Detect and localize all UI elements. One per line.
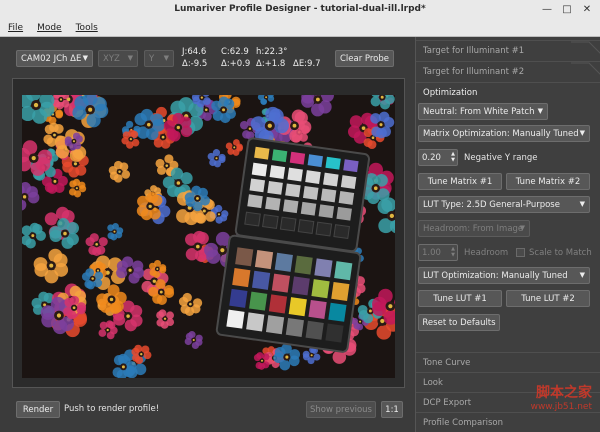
probe-h: h:22.3° — [256, 47, 288, 57]
tab-label: Look — [423, 378, 443, 388]
tab-label: Tone Curve — [423, 358, 471, 368]
title-bar: Lumariver Profile Designer - tutorial-du… — [0, 0, 600, 20]
matrix-optimization-select[interactable]: Matrix Optimization: Manually Tuned ▼ — [418, 125, 590, 142]
probe-dj: Δ:-9.5 — [182, 59, 208, 69]
dropdown-arrow-icon: ▼ — [127, 54, 133, 62]
tab-label: Target for Illuminant #2 — [423, 67, 525, 77]
tab-target-illuminant-1[interactable]: Target for Illuminant #1 — [416, 40, 600, 60]
dropdown-arrow-icon: ▼ — [579, 200, 585, 208]
tab-optimization[interactable]: Optimization — [416, 82, 600, 102]
axis-select-value: XYZ — [103, 53, 120, 64]
negative-y-label: Negative Y range — [464, 153, 538, 163]
neutral-select[interactable]: Neutral: From White Patch ▼ — [418, 103, 548, 120]
watermark-url: www.jb51.net — [530, 402, 592, 412]
dropdown-arrow-icon: ▼ — [519, 224, 525, 232]
dropdown-arrow-icon: ▼ — [537, 107, 543, 115]
show-previous-button[interactable]: Show previous — [306, 401, 376, 418]
neutral-select-value: Neutral: From White Patch — [423, 106, 535, 117]
tab-tone-curve[interactable]: Tone Curve — [416, 352, 600, 372]
tab-label: DCP Export — [423, 398, 472, 408]
dropdown-arrow-icon: ▼ — [82, 54, 88, 62]
tune-lut-2-button[interactable]: Tune LUT #2 — [506, 290, 590, 307]
menu-tools[interactable]: Tools — [76, 23, 98, 33]
photo-canvas[interactable] — [22, 95, 395, 378]
colorspace-select[interactable]: CAM02 JCh ΔE ▼ — [16, 50, 93, 67]
settings-panel: Target for Illuminant #1 Target for Illu… — [415, 37, 600, 432]
probe-de: ΔE:9.7 — [293, 59, 321, 69]
headroom-spinbox[interactable]: 1.00 ▲ ▼ — [418, 244, 458, 261]
headroom-select-value: Headroom: From Image — [423, 223, 524, 234]
tab-notch — [571, 41, 600, 54]
headroom-select[interactable]: Headroom: From Image ▼ — [418, 220, 530, 237]
menu-mode[interactable]: Mode — [37, 23, 62, 33]
probe-dh: Δ:+1.8 — [256, 59, 286, 69]
clear-probe-button[interactable]: Clear Probe — [335, 50, 394, 67]
status-text: Push to render profile! — [64, 404, 160, 414]
tune-lut-1-button[interactable]: Tune LUT #1 — [418, 290, 502, 307]
tab-label: Optimization — [423, 88, 478, 98]
lut-optimization-select[interactable]: LUT Optimization: Manually Tuned ▼ — [418, 267, 590, 284]
headroom-value: 1.00 — [422, 247, 441, 258]
lut-type-select[interactable]: LUT Type: 2.5D General-Purpose ▼ — [418, 196, 590, 213]
tab-profile-comparison[interactable]: Profile Comparison — [416, 412, 600, 432]
negative-y-spinbox[interactable]: 0.20 ▲ ▼ — [418, 149, 458, 166]
zoom-1-1-button[interactable]: 1:1 — [381, 401, 403, 418]
lut-type-value: LUT Type: 2.5D General-Purpose — [423, 199, 560, 210]
headroom-label: Headroom — [464, 248, 509, 258]
close-icon[interactable]: ✕ — [580, 3, 594, 17]
probe-dc: Δ:+0.9 — [221, 59, 251, 69]
channel-select-value: Y — [149, 53, 155, 64]
dropdown-arrow-icon: ▼ — [579, 129, 585, 137]
watermark-logo-text: 脚本之家 — [536, 385, 592, 401]
negative-y-value: 0.20 — [422, 152, 441, 163]
tab-target-illuminant-2[interactable]: Target for Illuminant #2 — [416, 61, 600, 81]
tab-label: Profile Comparison — [423, 418, 504, 428]
spin-stepper-icon[interactable]: ▲ ▼ — [451, 246, 455, 258]
menu-bar: File Mode Tools — [0, 20, 600, 37]
axis-select[interactable]: XYZ ▼ — [98, 50, 138, 67]
matrix-optimization-value: Matrix Optimization: Manually Tuned — [423, 128, 579, 139]
watermark-logo: 脚本之家 www.jb51.net — [531, 386, 592, 414]
minimize-icon[interactable]: — — [540, 3, 554, 17]
dropdown-arrow-icon: ▼ — [163, 54, 169, 62]
menu-file[interactable]: File — [8, 23, 23, 33]
scale-to-match-checkbox[interactable] — [516, 248, 525, 257]
lut-optimization-value: LUT Optimization: Manually Tuned — [423, 270, 568, 281]
render-button[interactable]: Render — [16, 401, 60, 418]
colorchecker-photo — [22, 95, 395, 378]
tune-matrix-1-button[interactable]: Tune Matrix #1 — [418, 173, 502, 190]
probe-j: J:64.6 — [182, 47, 207, 57]
spin-stepper-icon[interactable]: ▲ ▼ — [451, 151, 455, 163]
colorspace-select-value: CAM02 JCh ΔE — [21, 53, 82, 64]
tab-label: Target for Illuminant #1 — [423, 46, 525, 56]
tune-matrix-2-button[interactable]: Tune Matrix #2 — [506, 173, 590, 190]
probe-c: C:62.9 — [221, 47, 249, 57]
reset-defaults-button[interactable]: Reset to Defaults — [418, 314, 500, 331]
image-viewer — [12, 78, 405, 388]
window-title: Lumariver Profile Designer - tutorial-du… — [174, 4, 426, 14]
scale-to-match-label: Scale to Match — [529, 248, 592, 258]
maximize-icon[interactable]: □ — [560, 3, 574, 17]
dropdown-arrow-icon: ▼ — [579, 271, 585, 279]
tab-notch — [571, 62, 600, 75]
channel-select[interactable]: Y ▼ — [144, 50, 174, 67]
